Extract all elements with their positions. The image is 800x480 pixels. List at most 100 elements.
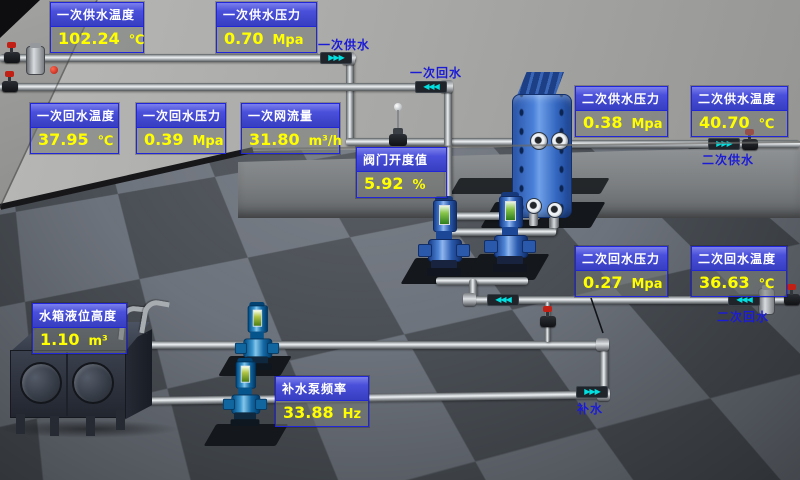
gauge-value: 1.10 xyxy=(40,331,79,349)
control-valve-body xyxy=(389,134,407,146)
tank-leg xyxy=(50,416,59,436)
pump-flange xyxy=(235,343,247,354)
flow-indicator-right-icon: ▶▶▶ xyxy=(320,52,352,64)
gauge-title: 补水泵频率 xyxy=(276,377,368,401)
tank-seam xyxy=(66,352,68,416)
gauge-primary-flow: 一次网流量 31.80 m³/h xyxy=(241,103,340,154)
gauge-unit: m³/h xyxy=(309,134,342,149)
strainer-cap xyxy=(30,43,41,48)
pipe-label-makeup: 补水 xyxy=(577,400,603,417)
pressure-gauge-icon xyxy=(50,66,58,74)
gauge-unit: m³ xyxy=(88,334,107,349)
gauge-value: 40.70 xyxy=(699,114,750,132)
gauge-value: 0.70 xyxy=(224,30,263,48)
pipe-label-secondary-return: 二次回水 xyxy=(717,308,769,325)
flow-indicator-left-icon: ◀◀◀ xyxy=(415,81,447,93)
gauge-unit: ℃ xyxy=(98,134,114,149)
gauge-unit: Mpa xyxy=(272,33,303,48)
gauge-value: 33.88 xyxy=(283,404,334,422)
pipe-joint xyxy=(463,293,476,306)
gauge-unit: ℃ xyxy=(759,277,775,292)
pump-neck xyxy=(436,231,452,239)
gauge-title: 一次供水温度 xyxy=(51,3,143,27)
flow-indicator-left-icon: ◀◀◀ xyxy=(487,294,519,306)
gauge-unit: Mpa xyxy=(631,117,662,132)
gauge-unit: % xyxy=(412,178,425,193)
pipe-label-primary-return: 一次回水 xyxy=(410,64,462,81)
gauge-title: 二次供水压力 xyxy=(576,87,667,111)
pipe-primary-return xyxy=(0,83,452,91)
gauge-unit: Mpa xyxy=(631,277,662,292)
gauge-secondary-return-pressure: 二次回水压力 0.27 Mpa xyxy=(575,246,668,297)
tank-manhole xyxy=(20,362,62,404)
gauge-unit: Mpa xyxy=(192,134,223,149)
valve-handle xyxy=(543,306,552,312)
strainer xyxy=(26,46,45,75)
pipe-secondary-supply xyxy=(560,140,800,148)
gauge-value: 5.92 xyxy=(364,175,403,193)
gauge-value: 0.39 xyxy=(144,131,183,149)
pump-base xyxy=(493,264,527,272)
pipe-label-secondary-supply: 二次供水 xyxy=(702,151,754,168)
hmi-screen: ▶▶▶ ◀◀◀ ▶▶▶ ◀◀◀ ◀◀◀ ▶▶▶ 一次供水 一次回水 二次供水 二… xyxy=(0,0,800,480)
gauge-title: 阀门开度值 xyxy=(357,148,446,172)
circulation-pump-1 xyxy=(424,196,464,278)
pipe-primary-supply xyxy=(0,54,356,62)
pipe-label-primary-supply: 一次供水 xyxy=(318,36,370,53)
pump-neck xyxy=(502,227,518,235)
gauge-secondary-supply-pressure: 二次供水压力 0.38 Mpa xyxy=(575,86,668,137)
tank-leg xyxy=(16,414,25,434)
gauge-secondary-return-temp: 二次回水温度 36.63℃ xyxy=(691,246,787,297)
gauge-unit: ℃ xyxy=(759,117,775,132)
gauge-value: 37.95 xyxy=(38,131,89,149)
gauge-valve-opening: 阀门开度值 5.92% xyxy=(356,147,447,198)
pump-sight-glass xyxy=(253,310,262,327)
pump-base xyxy=(427,268,461,276)
gauge-primary-return-pressure: 一次回水压力 0.39 Mpa xyxy=(136,103,226,154)
hx-flange-stub xyxy=(529,212,538,226)
pump-sight-glass xyxy=(505,201,516,221)
gauge-value: 36.63 xyxy=(699,274,750,292)
valve-handle xyxy=(787,284,796,290)
flow-indicator-right-icon: ▶▶▶ xyxy=(708,138,740,150)
pipe-makeup-upper xyxy=(116,341,608,349)
gauge-title: 二次供水温度 xyxy=(692,87,787,111)
gauge-primary-supply-temp: 一次供水温度 102.24℃ xyxy=(50,2,144,53)
pump-neck xyxy=(250,332,264,339)
pipe-primary-supply-drop xyxy=(346,56,354,144)
gauge-secondary-supply-temp: 二次供水温度 40.70 ℃ xyxy=(691,86,788,137)
flow-indicator-right-icon: ▶▶▶ xyxy=(576,386,608,398)
gauge-tank-level: 水箱液位高度 1.10 m³ xyxy=(32,303,127,354)
gauge-value: 0.27 xyxy=(583,274,622,292)
pump-flange xyxy=(267,343,279,354)
gauge-primary-return-temp: 一次回水温度 37.95 ℃ xyxy=(30,103,119,154)
pump-base xyxy=(231,419,260,426)
tank-leg xyxy=(86,416,95,436)
hx-port xyxy=(547,202,563,218)
pump-flange xyxy=(456,244,470,257)
gauge-value: 0.38 xyxy=(583,114,622,132)
shutoff-valve xyxy=(540,316,556,327)
gauge-primary-supply-pressure: 一次供水压力 0.70Mpa xyxy=(216,2,317,53)
gauge-title: 二次回水压力 xyxy=(576,247,667,271)
gauge-title: 水箱液位高度 xyxy=(33,304,126,328)
pump-sight-glass xyxy=(241,366,250,383)
valve-handle xyxy=(7,42,16,48)
shutoff-valve xyxy=(2,81,18,92)
shutoff-valve xyxy=(4,52,20,63)
gauge-title: 一次回水压力 xyxy=(137,104,225,128)
hx-port xyxy=(530,132,548,150)
gauge-title: 一次回水温度 xyxy=(31,104,118,128)
gauge-value: 31.80 xyxy=(249,131,300,149)
pump-sight-glass xyxy=(439,205,450,225)
gauge-value: 102.24 xyxy=(58,30,120,48)
tank-manhole xyxy=(72,362,114,404)
shutoff-valve xyxy=(742,139,758,150)
makeup-pump-2 xyxy=(228,358,262,428)
pump-flange xyxy=(223,399,235,410)
pump-neck xyxy=(238,388,252,395)
pump-flange xyxy=(484,240,498,253)
gauge-title: 一次网流量 xyxy=(242,104,339,128)
circulation-pump-2 xyxy=(490,192,530,274)
pump-flange xyxy=(255,399,267,410)
